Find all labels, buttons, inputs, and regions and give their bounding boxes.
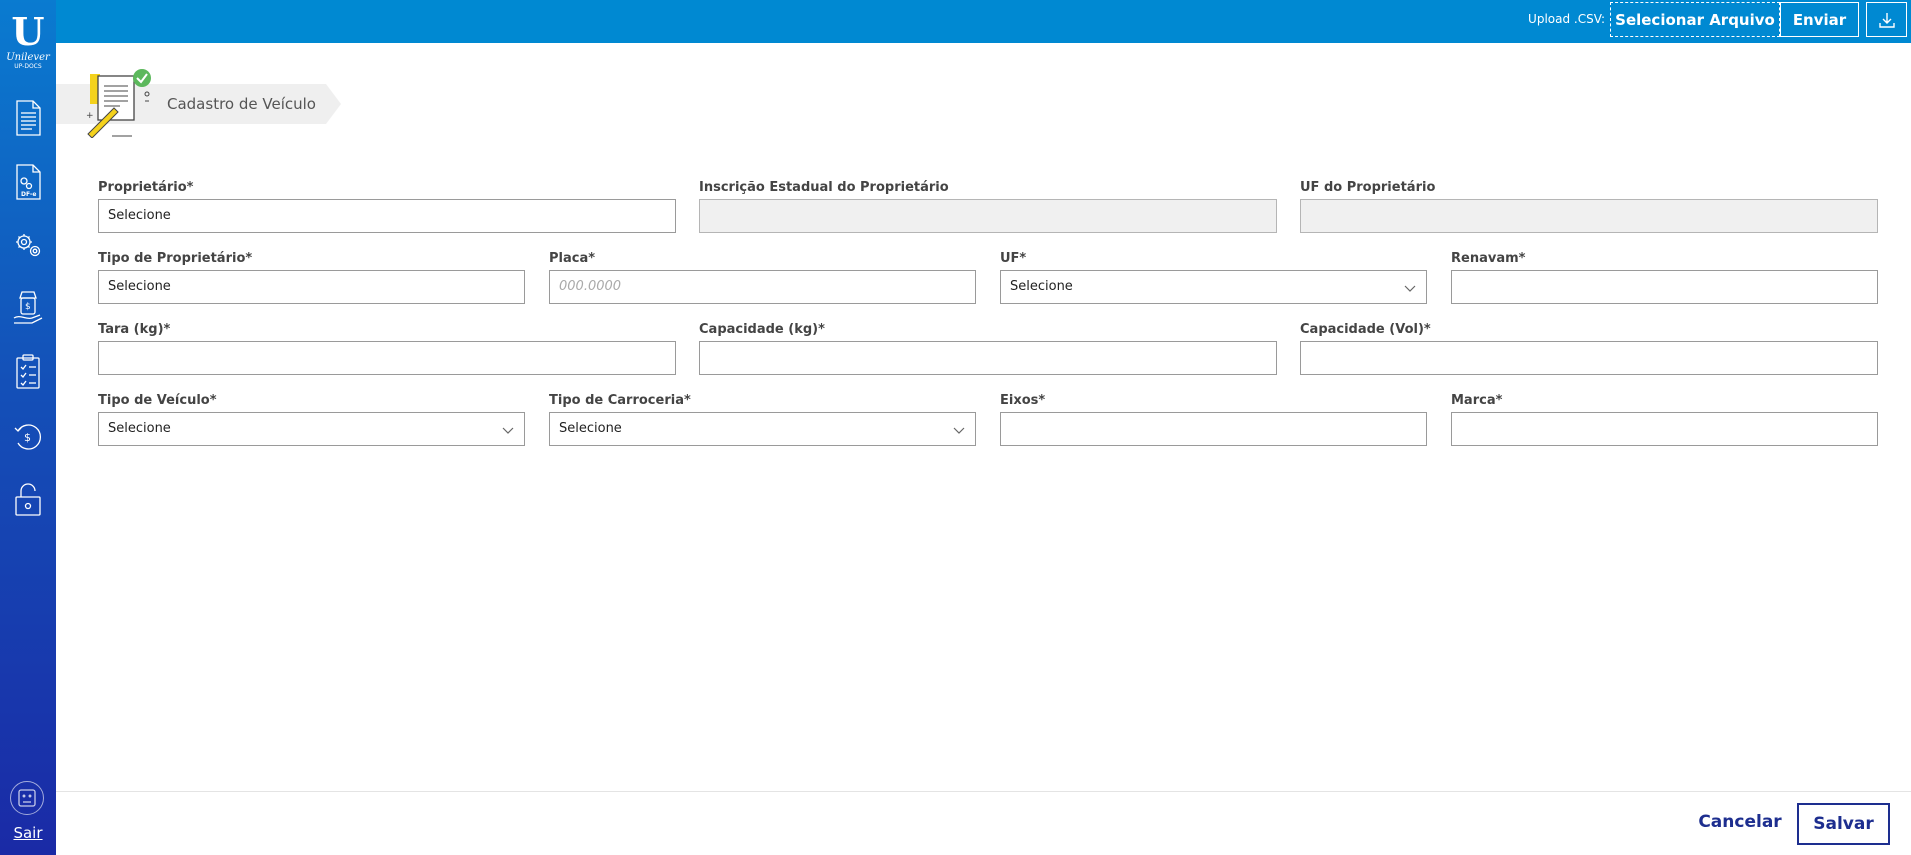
chevron-down-icon <box>502 427 514 434</box>
state-registration-input <box>699 199 1277 233</box>
owner-type-label: Tipo de Proprietário* <box>98 251 253 266</box>
brand-label: Marca* <box>1451 393 1503 408</box>
owner-type-select[interactable]: Selecione <box>98 270 525 304</box>
plate-field: Placa* 000.0000 <box>549 250 976 304</box>
download-icon <box>1878 12 1895 28</box>
renavam-input[interactable] <box>1451 270 1878 304</box>
chevron-down-icon <box>1404 285 1416 292</box>
svg-text:+: + <box>86 111 94 121</box>
unlock-icon[interactable] <box>12 480 44 518</box>
axles-input[interactable] <box>1000 412 1427 446</box>
chevron-down-icon <box>953 427 965 434</box>
top-bar: Upload .CSV: Selecionar Arquivo Enviar <box>56 0 1911 43</box>
tare-field: Tara (kg)* <box>98 321 676 375</box>
document-icon[interactable] <box>12 99 44 137</box>
settings-gears-icon[interactable] <box>12 226 44 264</box>
send-button[interactable]: Enviar <box>1780 2 1859 37</box>
vehicle-type-select[interactable]: Selecione <box>98 412 525 446</box>
owner-select[interactable]: Selecione <box>98 199 676 233</box>
vehicle-type-label: Tipo de Veículo* <box>98 393 217 408</box>
user-avatar-icon <box>10 781 44 815</box>
body-type-value: Selecione <box>559 421 622 436</box>
uf-select-value: Selecione <box>1010 279 1073 294</box>
save-button[interactable]: Salvar <box>1797 803 1890 845</box>
payment-hand-icon[interactable]: $ <box>12 288 44 326</box>
owner-field: Proprietário* Selecione <box>98 179 676 233</box>
uf-field: UF* Selecione <box>1000 250 1427 304</box>
select-file-button[interactable]: Selecionar Arquivo <box>1610 2 1780 37</box>
capacity-vol-field: Capacidade (Vol)* <box>1300 321 1878 375</box>
vehicle-type-field: Tipo de Veículo* Selecione <box>98 392 525 446</box>
renavam-label: Renavam* <box>1451 251 1526 266</box>
owner-type-field: Tipo de Proprietário* Selecione <box>98 250 525 304</box>
plate-input[interactable]: 000.0000 <box>549 270 976 304</box>
footer-divider <box>56 791 1911 792</box>
svg-text:$: $ <box>25 302 31 312</box>
body-type-label: Tipo de Carroceria* <box>549 393 691 408</box>
owner-label: Proprietário* <box>98 180 194 195</box>
logo-brand: Unilever <box>6 52 50 63</box>
state-registration-field: Inscrição Estadual do Proprietário <box>699 179 1277 233</box>
axles-field: Eixos* <box>1000 392 1427 446</box>
logo-sub: UP-DOCS <box>14 63 42 70</box>
owner-uf-label: UF do Proprietário <box>1300 180 1436 195</box>
sidebar: U Unilever UP-DOCS DF-e $ $ Sair <box>0 0 56 855</box>
svg-text:DF-e: DF-e <box>21 191 36 198</box>
vehicle-registration-icon: + <box>86 69 151 138</box>
checklist-icon[interactable] <box>12 353 44 391</box>
body-type-field: Tipo de Carroceria* Selecione <box>549 392 976 446</box>
unilever-logo: U Unilever UP-DOCS <box>3 12 53 72</box>
owner-uf-field: UF do Proprietário <box>1300 179 1878 233</box>
refund-icon[interactable]: $ <box>12 417 44 455</box>
capacity-kg-input[interactable] <box>699 341 1277 375</box>
uf-label: UF* <box>1000 251 1027 266</box>
tare-label: Tara (kg)* <box>98 322 171 337</box>
vehicle-type-value: Selecione <box>108 421 171 436</box>
uf-select[interactable]: Selecione <box>1000 270 1427 304</box>
cancel-button[interactable]: Cancelar <box>1690 812 1790 836</box>
owner-uf-input <box>1300 199 1878 233</box>
axles-label: Eixos* <box>1000 393 1046 408</box>
body-type-select[interactable]: Selecione <box>549 412 976 446</box>
page-title: Cadastro de Veículo <box>167 95 316 113</box>
upload-csv-label: Upload .CSV: <box>1528 12 1605 26</box>
renavam-field: Renavam* <box>1451 250 1878 304</box>
brand-input[interactable] <box>1451 412 1878 446</box>
capacity-kg-label: Capacidade (kg)* <box>699 322 825 337</box>
download-button[interactable] <box>1866 2 1907 37</box>
capacity-kg-field: Capacidade (kg)* <box>699 321 1277 375</box>
svg-text:$: $ <box>24 431 31 444</box>
brand-field: Marca* <box>1451 392 1878 446</box>
logout-link[interactable]: Sair <box>0 824 56 842</box>
capacity-vol-label: Capacidade (Vol)* <box>1300 322 1431 337</box>
plate-label: Placa* <box>549 251 596 266</box>
tare-input[interactable] <box>98 341 676 375</box>
state-registration-label: Inscrição Estadual do Proprietário <box>699 180 949 195</box>
capacity-vol-input[interactable] <box>1300 341 1878 375</box>
dfe-document-icon[interactable]: DF-e <box>12 163 44 201</box>
